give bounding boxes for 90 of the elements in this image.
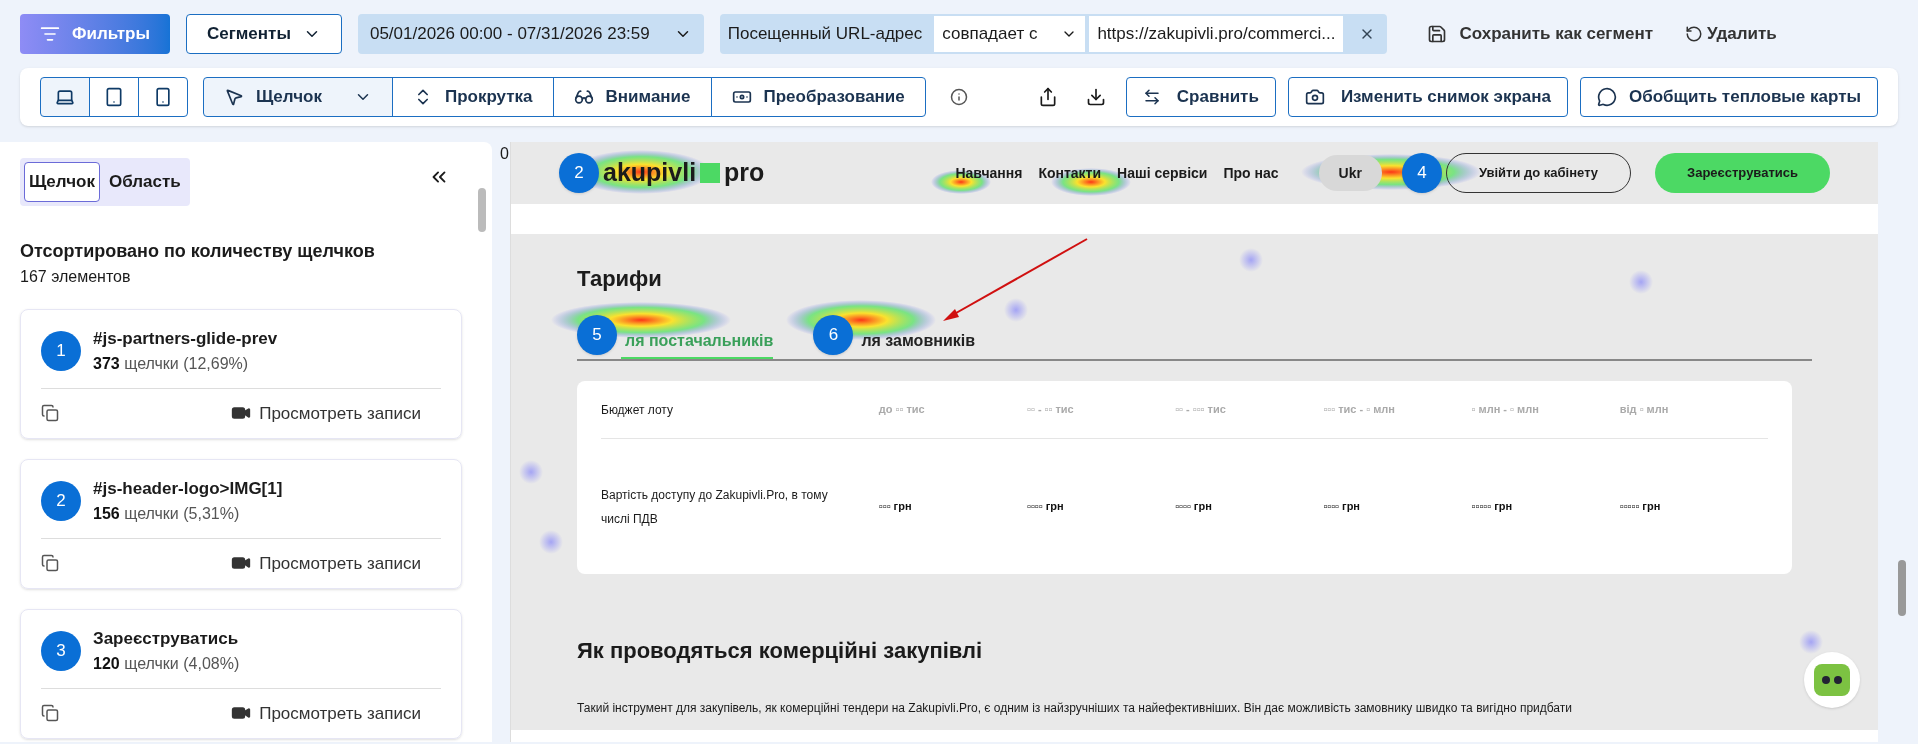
click-icon — [224, 87, 244, 107]
save-segment-button[interactable]: Сохранить как сегмент — [1427, 21, 1654, 47]
heatmap-marker[interactable]: 2 — [559, 153, 599, 193]
camera-icon — [1304, 87, 1325, 107]
site-tab[interactable]: ля замовників — [857, 328, 975, 359]
element-selector: Зареєструватись — [93, 628, 240, 650]
filter-icon — [40, 24, 60, 44]
heatmap-mode-tab[interactable]: Внимание — [552, 77, 712, 117]
click-stats: 120 щелчки (4,08%) — [93, 653, 240, 674]
element-selector: #js-header-logo>IMG[1] — [93, 478, 283, 500]
download-icon[interactable] — [1085, 87, 1106, 107]
click-stats: 156 щелчки (5,31%) — [93, 503, 241, 524]
sidebar-tab[interactable]: Щелчок — [24, 162, 100, 202]
element-card[interactable]: 1 #js-partners-glide-prev 373 щелчки (12,69%) Просмотреть записи — [20, 309, 462, 439]
operator-dropdown[interactable]: совпадает с — [934, 16, 1086, 52]
click-stats: 373 щелчки (12,69%) — [93, 353, 250, 374]
element-count: 167 элементов — [20, 267, 132, 287]
compare-button[interactable]: Сравнить — [1125, 77, 1276, 117]
element-selector: #js-partners-glide-prev — [93, 328, 278, 350]
table-cell-text: ▫▫▫▫ грн — [1323, 499, 1361, 515]
heatmap-marker[interactable]: 5 — [577, 315, 617, 355]
save-icon — [1427, 24, 1448, 44]
desktop-icon — [55, 87, 75, 107]
heatmap-mode-tab[interactable]: Щелчок — [203, 77, 393, 117]
language-button[interactable]: Ukr — [1318, 155, 1382, 191]
site-nav-link[interactable]: Про нас — [1223, 162, 1279, 184]
view-recordings-link[interactable]: Просмотреть записи — [231, 700, 421, 726]
copy-icon[interactable] — [41, 404, 59, 423]
info-icon[interactable] — [949, 88, 968, 106]
sparkle-chat-icon — [1596, 87, 1617, 107]
rank-badge: 3 — [41, 630, 81, 671]
table-cell-text: ▫▫▫ грн — [878, 499, 913, 515]
heatmap-mode-tab[interactable]: Прокрутка — [391, 77, 554, 117]
device-button[interactable] — [40, 77, 90, 117]
row-label: Вартість доступу до Zakupivli.Pro, в тому числі ПДВ — [601, 486, 829, 528]
undo-icon — [1685, 25, 1704, 43]
heat-spot — [519, 460, 543, 484]
table-cell-text: від ▫ млн — [1619, 402, 1670, 418]
url-field[interactable]: https://zakupivli.pro/commerci... — [1089, 16, 1344, 52]
section-heading: Як проводяться комерційні закупівлі — [577, 637, 983, 665]
segments-dropdown[interactable]: Сегменты — [185, 14, 342, 54]
summarize-button[interactable]: Обобщить тепловые карты — [1579, 77, 1878, 117]
table-cell-text: ▫▫ - ▫▫▫ тис — [1175, 402, 1227, 418]
table-cell-text: ▫▫▫▫▫ грн — [1471, 499, 1514, 515]
scrollbar-thumb[interactable] — [478, 188, 486, 232]
copy-icon[interactable] — [41, 704, 59, 723]
delete-button[interactable]: Удалить — [1685, 21, 1777, 47]
sidebar-tab[interactable]: Область — [103, 162, 186, 202]
view-recordings-link[interactable]: Просмотреть записи — [231, 550, 421, 576]
rank-badge: 1 — [41, 330, 81, 371]
date-range-dropdown[interactable]: 05/01/2026 00:00 - 07/31/2026 23:59 — [357, 14, 704, 54]
list-heading: Отсортировано по количеству щелчков — [20, 240, 376, 263]
view-recordings-link[interactable]: Просмотреть записи — [231, 400, 421, 426]
register-button[interactable]: Зареєструватись — [1655, 153, 1830, 193]
row-label: Бюджет лоту — [601, 401, 674, 419]
tablet-icon — [104, 87, 124, 107]
attention-icon — [573, 87, 594, 107]
phone-icon — [153, 87, 173, 107]
scrollbar-thumb[interactable] — [1898, 560, 1906, 616]
heatmap-mode-tab[interactable]: Преобразование — [710, 77, 926, 117]
heat-spot — [1799, 630, 1823, 654]
table-cell-text: ▫ млн - ▫ млн — [1471, 402, 1540, 418]
heat-spot — [1004, 298, 1028, 322]
heat-spot — [539, 530, 563, 554]
site-nav-link[interactable]: Навчання — [955, 162, 1023, 184]
filter-label: Посещенный URL-адрес — [727, 23, 924, 46]
table-cell-text: ▫▫ - ▫▫ тис — [1027, 402, 1075, 418]
change-screenshot-button[interactable]: Изменить снимок экрана — [1287, 77, 1568, 117]
table-cell-text: ▫▫▫▫ грн — [1027, 499, 1065, 515]
swap-icon — [1142, 88, 1161, 106]
copy-icon[interactable] — [41, 554, 59, 573]
table-cell-text: до ▫▫ тис — [878, 402, 926, 418]
rank-badge: 2 — [41, 480, 81, 521]
heatmap-marker[interactable]: 6 — [813, 315, 854, 355]
table-cell-text: ▫▫▫▫ грн — [1175, 499, 1213, 515]
bot-avatar-icon[interactable] — [1804, 652, 1860, 708]
body-paragraph: Такий інструмент для закупівель, як комерційні тендери на Zakupivli.Pro, є одним із найзручніших та найефективніших. Він дає можливість замовнику швидко та вигідно придбати — [577, 700, 1573, 717]
table-cell-text: ▫▫▫ тис - ▫ млн — [1323, 402, 1396, 418]
heat-spot — [1629, 270, 1653, 294]
element-card[interactable]: 3 Зареєструватись 120 щелчки (4,08%) Просмотреть записи — [20, 609, 462, 739]
section-heading: Тарифи — [577, 265, 662, 293]
site-nav-link[interactable]: Контакти — [1038, 162, 1102, 184]
scroll-offset: 0 — [500, 144, 509, 164]
device-button[interactable] — [138, 77, 188, 117]
device-button[interactable] — [89, 77, 139, 117]
element-card[interactable]: 2 #js-header-logo>IMG[1] 156 щелчки (5,31%) Просмотреть записи — [20, 459, 462, 589]
table-cell-text: ▫▫▫▫▫ грн — [1619, 499, 1662, 515]
site-nav-link[interactable]: Наші сервіси — [1117, 162, 1208, 184]
heat-spot — [1239, 248, 1263, 272]
filters-button[interactable]: Фильтры — [20, 14, 170, 54]
